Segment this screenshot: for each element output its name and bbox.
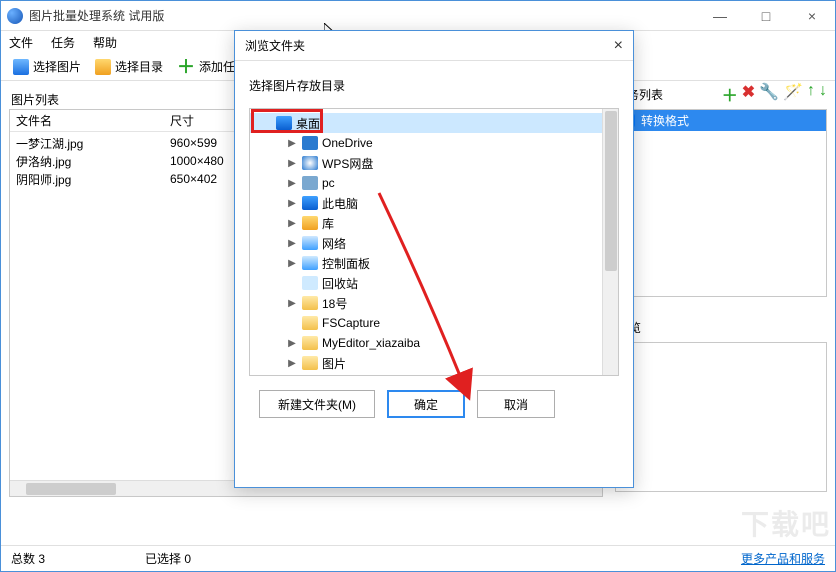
window-title: 图片批量处理系统 试用版 — [29, 7, 697, 24]
more-products-link[interactable]: 更多产品和服务 — [741, 550, 825, 567]
task-item[interactable]: 转换格式 — [616, 110, 826, 131]
control-panel-icon — [302, 256, 318, 270]
col-size[interactable]: 尺寸 — [170, 112, 194, 129]
menu-task[interactable]: 任务 — [51, 34, 75, 51]
folder-tree[interactable]: 桌面 ▶OneDrive ▶WPS网盘 ▶pc ▶此电脑 ▶库 ▶网络 ▶控制面… — [249, 108, 619, 376]
task-item-label: 转换格式 — [641, 112, 689, 129]
add-task-button[interactable]: ＋ 添加任 — [173, 56, 239, 77]
tree-node-network[interactable]: ▶网络 — [250, 233, 618, 253]
tree-node-library[interactable]: ▶库 — [250, 213, 618, 233]
pc-icon — [302, 196, 318, 210]
select-image-button[interactable]: 选择图片 — [9, 56, 85, 77]
select-dir-button[interactable]: 选择目录 — [91, 56, 167, 77]
task-panel: 任务列表 ＋ ✖ 🔧 🪄 ↑ ↓ 转换格式 预览 — [615, 83, 827, 492]
task-config-icon[interactable]: 🔧 — [759, 82, 779, 106]
task-remove-icon[interactable]: ✖ — [742, 82, 755, 106]
select-image-label: 选择图片 — [33, 58, 81, 75]
task-down-icon[interactable]: ↓ — [819, 82, 827, 106]
titlebar: 图片批量处理系统 试用版 — □ × — [1, 1, 835, 31]
menu-help[interactable]: 帮助 — [93, 34, 117, 51]
tree-node-recycle[interactable]: 回收站 — [250, 273, 618, 293]
task-up-icon[interactable]: ↑ — [807, 82, 815, 106]
app-icon — [7, 8, 23, 24]
tree-scrollbar[interactable] — [602, 109, 618, 375]
folder-icon — [95, 59, 111, 75]
folder-icon — [302, 336, 318, 350]
tree-node-folder[interactable]: FSCapture — [250, 313, 618, 333]
folder-icon — [302, 296, 318, 310]
task-list: 转换格式 — [615, 109, 827, 297]
menu-file[interactable]: 文件 — [9, 34, 33, 51]
add-task-label: 添加任 — [199, 58, 235, 75]
onedrive-icon — [302, 136, 318, 150]
status-total: 总数 3 — [11, 550, 45, 567]
minimize-button[interactable]: — — [697, 1, 743, 31]
folder-icon — [302, 356, 318, 370]
tree-node-thispc[interactable]: ▶此电脑 — [250, 193, 618, 213]
folder-icon — [302, 316, 318, 330]
tree-node-onedrive[interactable]: ▶OneDrive — [250, 133, 618, 153]
maximize-button[interactable]: □ — [743, 1, 789, 31]
browse-folder-dialog: 浏览文件夹 × 选择图片存放目录 桌面 ▶OneDrive ▶WPS网盘 ▶pc… — [234, 30, 634, 488]
wps-icon — [302, 156, 318, 170]
close-button[interactable]: × — [789, 1, 835, 31]
dialog-titlebar: 浏览文件夹 × — [235, 31, 633, 61]
user-icon — [302, 176, 318, 190]
tree-node-control[interactable]: ▶控制面板 — [250, 253, 618, 273]
tree-node-desktop[interactable]: 桌面 — [250, 113, 618, 133]
statusbar: 总数 3 已选择 0 更多产品和服务 — [1, 545, 835, 571]
tree-node-wps[interactable]: ▶WPS网盘 — [250, 153, 618, 173]
ok-button[interactable]: 确定 — [387, 390, 465, 418]
task-wand-icon[interactable]: 🪄 — [783, 82, 803, 106]
desktop-icon — [276, 116, 292, 130]
tree-node-user[interactable]: ▶pc — [250, 173, 618, 193]
tree-node-folder[interactable]: ▶18号 — [250, 293, 618, 313]
network-icon — [302, 236, 318, 250]
preview-label: 预览 — [617, 319, 827, 336]
image-icon — [13, 59, 29, 75]
tree-node-folder[interactable]: ▶图片 — [250, 353, 618, 373]
new-folder-button[interactable]: 新建文件夹(M) — [259, 390, 375, 418]
folder-tree-wrap: 桌面 ▶OneDrive ▶WPS网盘 ▶pc ▶此电脑 ▶库 ▶网络 ▶控制面… — [249, 108, 619, 376]
status-selected: 已选择 0 — [145, 550, 191, 567]
dialog-prompt: 选择图片存放目录 — [249, 77, 619, 94]
dialog-title: 浏览文件夹 — [245, 37, 614, 54]
dialog-close-button[interactable]: × — [614, 37, 623, 55]
select-dir-label: 选择目录 — [115, 58, 163, 75]
tree-node-folder[interactable]: ▶MyEditor_xiazaiba — [250, 333, 618, 353]
library-icon — [302, 216, 318, 230]
task-add-icon[interactable]: ＋ — [722, 82, 738, 106]
dialog-buttons: 新建文件夹(M) 确定 取消 — [249, 376, 619, 432]
col-filename[interactable]: 文件名 — [10, 112, 170, 129]
recycle-icon — [302, 276, 318, 290]
cancel-button[interactable]: 取消 — [477, 390, 555, 418]
plus-icon: ＋ — [177, 60, 195, 74]
preview-box — [615, 342, 827, 492]
